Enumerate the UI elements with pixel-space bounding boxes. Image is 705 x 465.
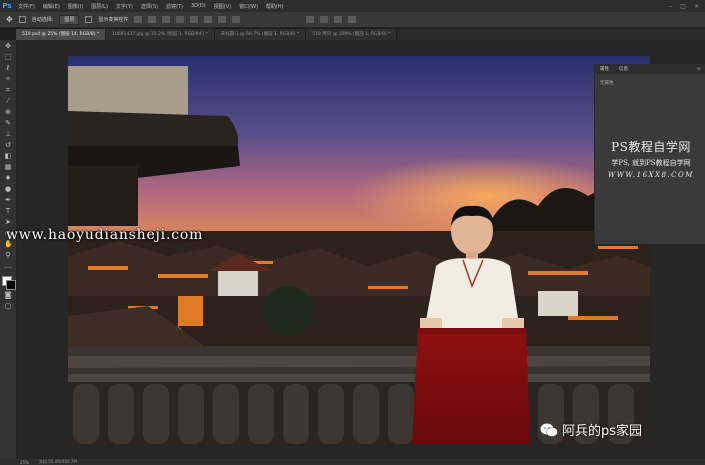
watermark-url: WWW.16XX8.COM xyxy=(608,171,694,179)
lasso-icon[interactable]: ℓ xyxy=(4,65,12,72)
menu-select[interactable]: 选择(S) xyxy=(137,3,162,10)
magic-wand-icon[interactable]: ✧ xyxy=(4,76,12,83)
3d-slide-icon[interactable] xyxy=(348,16,357,23)
show-transform-checkbox[interactable] xyxy=(85,16,93,23)
window-controls: – □ × xyxy=(669,3,705,10)
align-center-icon[interactable] xyxy=(190,16,199,23)
distribute-icon[interactable] xyxy=(218,16,227,23)
3d-pan-icon[interactable] xyxy=(334,16,343,23)
eraser-icon[interactable]: ◧ xyxy=(4,153,12,160)
menu-layer[interactable]: 图层(L) xyxy=(87,3,112,10)
maximize-icon[interactable]: □ xyxy=(680,3,686,10)
watermark-bottom-text: 阿兵的ps家园 xyxy=(562,424,643,439)
auto-select-label: 自动选择: xyxy=(31,17,54,23)
tools-panel: ✥ ⬚ ℓ ✧ ⌗ ⁄ ⊕ ✎ ⊥ ↺ ◧ ▦ ♦ ● ✒ T ➤ ▭ ✋ ⚲ … xyxy=(0,40,17,460)
crop-icon[interactable]: ⌗ xyxy=(4,87,12,94)
tab-info[interactable]: 信息 xyxy=(614,66,633,72)
menu-image[interactable]: 图像(I) xyxy=(64,3,87,10)
show-transform-label: 显示变换控件 xyxy=(98,17,129,23)
tab-properties[interactable]: 属性 xyxy=(595,66,614,72)
menu-filter[interactable]: 滤镜(T) xyxy=(162,3,187,10)
path-select-icon[interactable]: ➤ xyxy=(4,219,12,226)
eyedropper-icon[interactable]: ⁄ xyxy=(4,98,12,105)
menu-3d[interactable]: 3D(D) xyxy=(187,3,210,9)
close-icon[interactable]: × xyxy=(694,3,699,10)
auto-select-checkbox[interactable] xyxy=(18,16,26,23)
minimize-icon[interactable]: – xyxy=(669,3,672,10)
history-brush-icon[interactable]: ↺ xyxy=(4,142,12,149)
brush-icon[interactable]: ✎ xyxy=(4,120,12,127)
properties-panel-header: 属性 信息 ≡ xyxy=(595,64,705,74)
menu-window[interactable]: 窗口(W) xyxy=(235,3,262,10)
healing-icon[interactable]: ⊕ xyxy=(4,109,12,116)
gradient-icon[interactable]: ▦ xyxy=(4,164,12,171)
more-icon[interactable]: … xyxy=(4,263,12,270)
align-bottom-icon[interactable] xyxy=(162,16,171,23)
quick-mask-icon[interactable]: ◙ xyxy=(4,292,12,299)
status-bar: 25% 文档:55.0M/950.7M xyxy=(0,459,705,465)
watermark-panel: PS教程自学网 学PS, 就到PS教程自学网 WWW.16XX8.COM xyxy=(597,138,705,179)
blur-icon[interactable]: ♦ xyxy=(4,175,12,182)
document-canvas[interactable] xyxy=(68,56,650,444)
document-size: 文档:55.0M/950.7M xyxy=(38,459,77,464)
type-icon[interactable]: T xyxy=(4,208,12,215)
align-middle-icon[interactable] xyxy=(148,16,157,23)
menu-bar: Ps 文件(F) 编辑(E) 图像(I) 图层(L) 文字(Y) 选择(S) 滤… xyxy=(0,0,705,12)
watermark-title: PS教程自学网 xyxy=(611,140,691,154)
pen-icon[interactable]: ✒ xyxy=(4,197,12,204)
document-tabs: 519.psd @ 25% (图层 14, RGB/8) * 10691437.… xyxy=(16,29,705,40)
align-left-icon[interactable] xyxy=(176,16,185,23)
align-top-icon[interactable] xyxy=(134,16,143,23)
composite-photo xyxy=(68,56,650,444)
tab-document-4[interactable]: 519 拷贝 @ 100% (图层 1, RGB/8) * xyxy=(306,29,398,40)
zoom-icon[interactable]: ⚲ xyxy=(4,252,12,259)
screen-mode-icon[interactable]: ▢ xyxy=(4,303,12,310)
move-icon[interactable]: ✥ xyxy=(4,43,12,50)
distribute-h-icon[interactable] xyxy=(232,16,241,23)
menu-file[interactable]: 文件(F) xyxy=(14,3,39,10)
properties-body: 无属性 xyxy=(600,81,614,86)
menu-help[interactable]: 帮助(H) xyxy=(262,3,288,10)
3d-rotate-icon[interactable] xyxy=(320,16,329,23)
tab-document-2[interactable]: 10691437.jpg @ 33.2% (图层 1, RGB/8#) * xyxy=(106,29,215,40)
wechat-icon xyxy=(540,423,558,437)
menu-edit[interactable]: 编辑(E) xyxy=(39,3,64,10)
stamp-icon[interactable]: ⊥ xyxy=(4,131,12,138)
align-right-icon[interactable] xyxy=(204,16,213,23)
panel-menu-icon[interactable]: ≡ xyxy=(692,66,705,72)
watermark-bottom: 阿兵的ps家园 xyxy=(540,420,642,439)
tab-document-3[interactable]: 未标题-1 @ 66.7% (图层 1, RGB/8) * xyxy=(214,29,307,40)
3d-mode-icon[interactable] xyxy=(306,16,315,23)
photoshop-logo: Ps xyxy=(2,2,12,10)
zoom-level[interactable]: 25% xyxy=(20,460,29,465)
move-tool-preset-icon[interactable]: ✥ xyxy=(6,15,13,24)
tab-document-1[interactable]: 519.psd @ 25% (图层 14, RGB/8) * xyxy=(16,29,107,40)
watermark-subtitle: 学PS, 就到PS教程自学网 xyxy=(611,159,691,167)
background-color-swatch[interactable] xyxy=(6,280,16,290)
menu-type[interactable]: 文字(Y) xyxy=(112,3,137,10)
watermark-left: www.haoyudiansheji.com xyxy=(6,227,204,243)
marquee-icon[interactable]: ⬚ xyxy=(4,54,12,61)
menu-view[interactable]: 视图(V) xyxy=(210,3,235,10)
options-bar: ✥ 自动选择: 图层 显示变换控件 xyxy=(0,12,705,28)
dodge-icon[interactable]: ● xyxy=(4,186,12,193)
auto-select-dropdown[interactable]: 图层 xyxy=(59,14,80,25)
